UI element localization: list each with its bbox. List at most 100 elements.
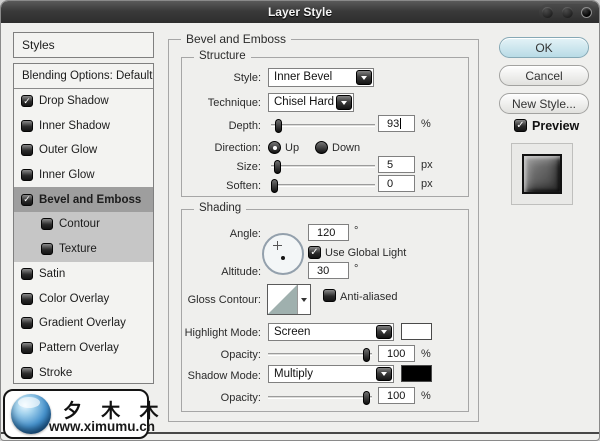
layer-style-dialog: Layer Style Styles Blending Options: Def… — [0, 0, 600, 441]
size-input[interactable]: 5 — [378, 156, 415, 173]
gloss-contour-label: Gloss Contour: — [161, 294, 261, 306]
technique-dropdown-button[interactable] — [336, 95, 352, 110]
angle-unit: ° — [354, 225, 358, 237]
highlight-color-swatch[interactable] — [401, 323, 432, 340]
depth-slider[interactable] — [271, 124, 375, 127]
highlight-opacity-unit: % — [421, 348, 431, 360]
styles-list-item[interactable]: Contour — [14, 212, 153, 237]
shadow-mode-dropdown-button[interactable] — [376, 367, 392, 381]
styles-list-item-label: Outer Glow — [39, 144, 97, 156]
preview-checkbox[interactable]: ✓ — [514, 119, 527, 132]
maximize-button[interactable] — [562, 7, 573, 18]
depth-label: Depth: — [161, 120, 261, 132]
style-checkbox[interactable] — [21, 144, 33, 156]
depth-input[interactable]: 93 — [378, 115, 415, 132]
size-label: Size: — [161, 161, 261, 173]
size-slider-thumb[interactable] — [274, 160, 281, 174]
style-select[interactable]: Inner Bevel — [268, 68, 374, 87]
styles-list-item-label: Blending Options: Default — [22, 70, 152, 82]
use-global-light-label: Use Global Light — [325, 247, 406, 259]
direction-label: Direction: — [161, 142, 261, 154]
style-checkbox[interactable] — [21, 268, 33, 280]
shadow-opacity-slider-thumb[interactable] — [363, 391, 370, 405]
styles-list-item[interactable]: Inner Glow — [14, 163, 153, 188]
new-style-button[interactable]: New Style... — [499, 93, 589, 114]
use-global-light-checkbox[interactable]: ✓ — [308, 246, 321, 259]
depth-slider-thumb[interactable] — [275, 119, 282, 133]
titlebar[interactable]: Layer Style — [1, 1, 599, 23]
angle-dial[interactable] — [262, 233, 304, 275]
soften-slider-thumb[interactable] — [271, 179, 278, 193]
styles-list-item-label: Color Overlay — [39, 293, 109, 305]
style-checkbox[interactable]: ✓ — [21, 194, 33, 206]
minimize-button[interactable] — [542, 7, 553, 18]
styles-list-item[interactable]: Gradient Overlay — [14, 311, 153, 336]
style-checkbox[interactable] — [21, 169, 33, 181]
highlight-opacity-slider-thumb[interactable] — [363, 348, 370, 362]
style-checkbox[interactable] — [21, 367, 33, 379]
styles-list-item[interactable]: Color Overlay — [14, 286, 153, 311]
styles-list-item-label: Inner Shadow — [39, 120, 110, 132]
text-cursor — [400, 118, 401, 129]
styles-list-item-label: Contour — [59, 218, 100, 230]
styles-header-label: Styles — [22, 38, 55, 52]
styles-list-item[interactable]: Satin — [14, 262, 153, 287]
styles-list-item[interactable]: Blending Options: Default — [14, 64, 153, 89]
shadow-color-swatch[interactable] — [401, 365, 432, 382]
preview-label: Preview — [532, 119, 579, 133]
soften-slider[interactable] — [271, 184, 375, 187]
highlight-opacity-label: Opacity: — [161, 349, 261, 361]
style-checkbox[interactable] — [21, 317, 33, 329]
cancel-button[interactable]: Cancel — [499, 65, 589, 86]
soften-label: Soften: — [161, 180, 261, 192]
styles-list-item[interactable]: ✓Drop Shadow — [14, 89, 153, 114]
style-checkbox[interactable] — [21, 120, 33, 132]
styles-list-item[interactable]: ✓Bevel and Emboss — [14, 187, 153, 212]
chevron-down-icon — [301, 298, 307, 302]
direction-down-radio[interactable] — [315, 141, 328, 154]
technique-select[interactable]: Chisel Hard — [268, 93, 354, 112]
anti-aliased-checkbox[interactable] — [323, 289, 336, 302]
styles-list: Blending Options: Default ✓Drop Shadow Inn… — [13, 63, 154, 384]
shadow-mode-label: Shadow Mode: — [161, 370, 261, 382]
panel-title: Bevel and Emboss — [181, 32, 291, 46]
styles-header: Styles — [13, 32, 154, 58]
gloss-contour-picker[interactable] — [267, 284, 311, 315]
angle-input[interactable]: 120 — [308, 224, 349, 241]
soften-input[interactable]: 0 — [378, 175, 415, 192]
styles-list-item[interactable]: Stroke — [14, 360, 153, 384]
window-title: Layer Style — [268, 5, 332, 19]
altitude-input[interactable]: 30 — [308, 262, 349, 279]
ok-button[interactable]: OK — [499, 37, 589, 58]
shadow-opacity-input[interactable]: 100 — [378, 387, 415, 404]
gloss-contour-dropdown-button[interactable] — [297, 285, 310, 314]
styles-list-item[interactable]: Texture — [14, 237, 153, 262]
styles-list-item-label: Texture — [59, 243, 97, 255]
dial-center-dot — [281, 256, 285, 260]
highlight-opacity-slider[interactable] — [268, 353, 372, 356]
size-slider[interactable] — [271, 165, 375, 168]
shadow-mode-select[interactable]: Multiply — [268, 365, 394, 383]
style-checkbox[interactable]: ✓ — [21, 95, 33, 107]
close-button[interactable] — [581, 7, 592, 18]
style-checkbox[interactable] — [41, 218, 53, 230]
shadow-opacity-label: Opacity: — [161, 392, 261, 404]
highlight-mode-dropdown-button[interactable] — [376, 325, 392, 339]
angle-label: Angle: — [161, 228, 261, 240]
style-checkbox[interactable] — [41, 243, 53, 255]
style-checkbox[interactable] — [21, 293, 33, 305]
style-checkbox[interactable] — [21, 342, 33, 354]
styles-list-item-label: Gradient Overlay — [39, 317, 126, 329]
styles-list-item[interactable]: Pattern Overlay — [14, 336, 153, 361]
altitude-label: Altitude: — [161, 266, 261, 278]
styles-list-item[interactable]: Inner Shadow — [14, 113, 153, 138]
watermark-globe-icon — [11, 394, 51, 434]
style-dropdown-button[interactable] — [356, 70, 372, 85]
shading-group-title: Shading — [194, 202, 246, 214]
highlight-opacity-input[interactable]: 100 — [378, 345, 415, 362]
styles-list-item[interactable]: Outer Glow — [14, 138, 153, 163]
styles-list-item-label: Satin — [39, 268, 65, 280]
direction-up-radio[interactable] — [268, 141, 281, 154]
highlight-mode-select[interactable]: Screen — [268, 323, 394, 341]
shadow-opacity-slider[interactable] — [268, 396, 372, 399]
